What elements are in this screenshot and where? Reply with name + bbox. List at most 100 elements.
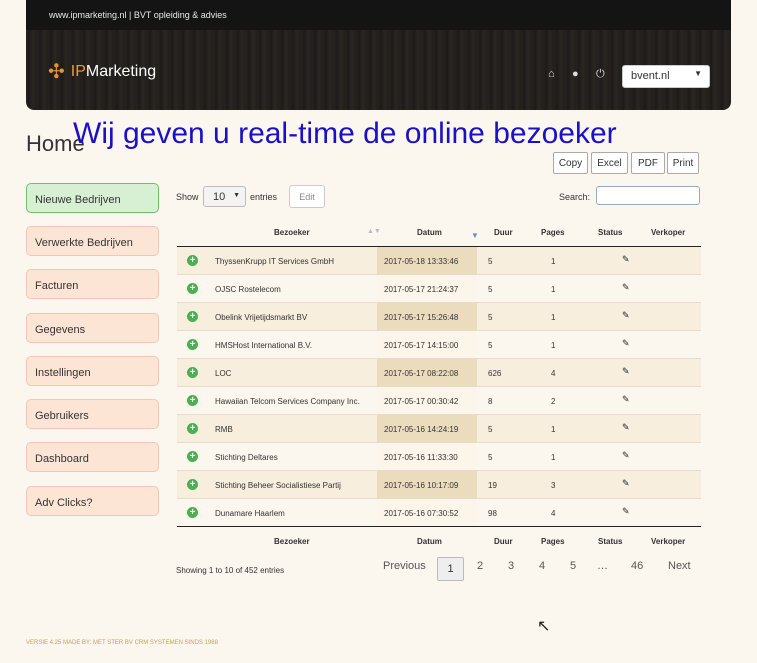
sidebar-item-gegevens[interactable]: Gegevens [26, 313, 159, 343]
pencil-icon[interactable]: ✎ [622, 366, 630, 377]
pagination-page-1[interactable]: 1 [437, 557, 464, 581]
pagination-page-5[interactable]: 5 [570, 560, 576, 572]
home-icon[interactable]: ⌂ [548, 68, 555, 80]
pencil-icon[interactable]: ✎ [622, 478, 630, 489]
column-header-status[interactable]: Status [598, 228, 622, 237]
cell-pages: 4 [551, 369, 556, 378]
cell-duur: 626 [488, 369, 502, 378]
sidebar-item-facturen[interactable]: Facturen [26, 269, 159, 299]
sort-icon: ▲▼ [367, 228, 381, 235]
pdf-button[interactable]: PDF [631, 152, 665, 174]
sidebar-item-instellingen[interactable]: Instellingen [26, 356, 159, 386]
table-row[interactable]: + ThyssenKrupp IT Services GmbH 2017-05-18… [177, 247, 701, 275]
cell-datum: 2017-05-17 21:24:37 [384, 285, 459, 294]
cell-datum: 2017-05-18 13:33:46 [384, 257, 459, 266]
cell-datum: 2017-05-17 15:26:48 [384, 313, 459, 322]
excel-button[interactable]: Excel [591, 152, 628, 174]
cell-duur: 5 [488, 313, 493, 322]
plus-circle-icon[interactable]: + [187, 395, 198, 406]
sidebar-item-adv-clicks[interactable]: Adv Clicks? [26, 486, 159, 516]
search-label: Search: [559, 192, 591, 202]
plus-circle-icon[interactable]: + [187, 311, 198, 322]
column-header-duur[interactable]: Duur [494, 228, 513, 237]
cell-pages: 1 [551, 257, 556, 266]
pagination-page-2[interactable]: 2 [477, 560, 483, 572]
chevron-down-icon: ▼ [694, 69, 702, 78]
plus-circle-icon[interactable]: + [187, 339, 198, 350]
user-icon[interactable]: ● [572, 68, 579, 80]
overlay-caption: Wij geven u real-time de online bezoeker [73, 117, 617, 150]
sidebar-item-gebruikers[interactable]: Gebruikers [26, 399, 159, 429]
edit-button[interactable]: Edit [289, 185, 325, 208]
cell-datum: 2017-05-17 08:22:08 [384, 369, 459, 378]
footer-column-bezoeker: Bezoeker [274, 537, 310, 546]
cell-bezoeker: OJSC Rostelecom [215, 285, 281, 294]
table-row[interactable]: + Stichting Beheer Socialistiese Partij 20… [177, 471, 701, 499]
pencil-icon[interactable]: ✎ [622, 450, 630, 461]
table-row[interactable]: + OJSC Rostelecom 2017-05-17 21:24:37 5 1 ✎ [177, 275, 701, 303]
cell-pages: 1 [551, 453, 556, 462]
cell-duur: 98 [488, 509, 497, 518]
table-row[interactable]: + RMB 2017-05-16 14:24:19 5 1 ✎ [177, 415, 701, 443]
sidebar-item-dashboard[interactable]: Dashboard [26, 442, 159, 472]
pencil-icon[interactable]: ✎ [622, 422, 630, 433]
cell-datum: 2017-05-17 14:15:00 [384, 341, 459, 350]
column-header-verkoper[interactable]: Verkoper [651, 228, 685, 237]
top-bar: www.ipmarketing.nl | BVT opleiding & adv… [26, 0, 731, 30]
column-header-bezoeker[interactable]: Bezoeker [274, 228, 310, 237]
search-input[interactable] [596, 186, 700, 205]
footer-column-datum: Datum [417, 537, 442, 546]
logo[interactable]: ✣ IP Marketing [48, 62, 157, 82]
table-row[interactable]: + Stichting Deltares 2017-05-16 11:33:30 5 1… [177, 443, 701, 471]
footer-column-verkoper: Verkoper [651, 537, 686, 546]
table-row[interactable]: + Obelink Vrijetijdsmarkt BV 2017-05-17 15… [177, 303, 701, 331]
logo-ip: IP [70, 63, 86, 80]
plus-circle-icon[interactable]: + [187, 423, 198, 434]
column-header-pages[interactable]: Pages [541, 228, 565, 237]
table-row[interactable]: + Hawaiian Telcom Services Company Inc. 20… [177, 387, 701, 415]
column-header-datum[interactable]: Datum [417, 228, 442, 237]
table-row[interactable]: + LOC 2017-05-17 08:22:08 626 4 ✎ [177, 359, 701, 387]
power-icon[interactable]: ⏻ [596, 68, 605, 81]
pagination-page-46[interactable]: 46 [631, 560, 643, 572]
plus-circle-icon[interactable]: + [187, 367, 198, 378]
logo-text: Marketing [85, 63, 157, 80]
plus-circle-icon[interactable]: + [187, 451, 198, 462]
cell-bezoeker: Hawaiian Telcom Services Company Inc. [215, 397, 360, 406]
cell-bezoeker: Stichting Beheer Socialistiese Partij [215, 481, 341, 490]
cell-pages: 3 [551, 481, 556, 490]
print-button[interactable]: Print [667, 152, 699, 174]
table-row[interactable]: + Dunamare Haarlem 2017-05-16 07:30:52 98 4 ✎ [177, 499, 701, 527]
domain-select[interactable]: bvent.nl ▼ [622, 65, 710, 88]
pencil-icon[interactable]: ✎ [622, 506, 630, 517]
pencil-icon[interactable]: ✎ [622, 310, 630, 321]
sidebar-item-verwerkte-bedrijven[interactable]: Verwerkte Bedrijven [26, 226, 159, 256]
pagination-next[interactable]: Next [668, 560, 691, 572]
footer-column-pages: Pages [541, 537, 565, 546]
pencil-icon[interactable]: ✎ [622, 282, 630, 293]
plus-circle-icon[interactable]: + [187, 283, 198, 294]
pencil-icon[interactable]: ✎ [622, 394, 630, 405]
footer-column-status: Status [598, 537, 623, 546]
cell-bezoeker: ThyssenKrupp IT Services GmbH [215, 257, 335, 266]
cell-datum: 2017-05-16 10:17:09 [384, 481, 459, 490]
pencil-icon[interactable]: ✎ [622, 338, 630, 349]
pagination-page-3[interactable]: 3 [508, 560, 514, 572]
footer-column-duur: Duur [494, 537, 513, 546]
plus-circle-icon[interactable]: + [187, 255, 198, 266]
cell-duur: 5 [488, 453, 493, 462]
entries-label: entries [250, 192, 278, 202]
pagination-previous[interactable]: Previous [383, 560, 426, 572]
plus-circle-icon[interactable]: + [187, 479, 198, 490]
header: www.ipmarketing.nl | BVT opleiding & adv… [26, 0, 731, 110]
table-row[interactable]: + HMSHost International B.V. 2017-05-17 14… [177, 331, 701, 359]
entries-select[interactable]: 10 ▼ [203, 186, 246, 207]
pencil-icon[interactable]: ✎ [622, 254, 630, 265]
domain-select-value: bvent.nl [631, 70, 670, 82]
copy-button[interactable]: Copy [553, 152, 588, 174]
cell-bezoeker: Stichting Deltares [215, 453, 278, 462]
plus-circle-icon[interactable]: + [187, 507, 198, 518]
sidebar-item-nieuwe-bedrijven[interactable]: Nieuwe Bedrijven [26, 183, 159, 213]
show-label: Show [176, 192, 199, 202]
pagination-page-4[interactable]: 4 [539, 560, 545, 572]
